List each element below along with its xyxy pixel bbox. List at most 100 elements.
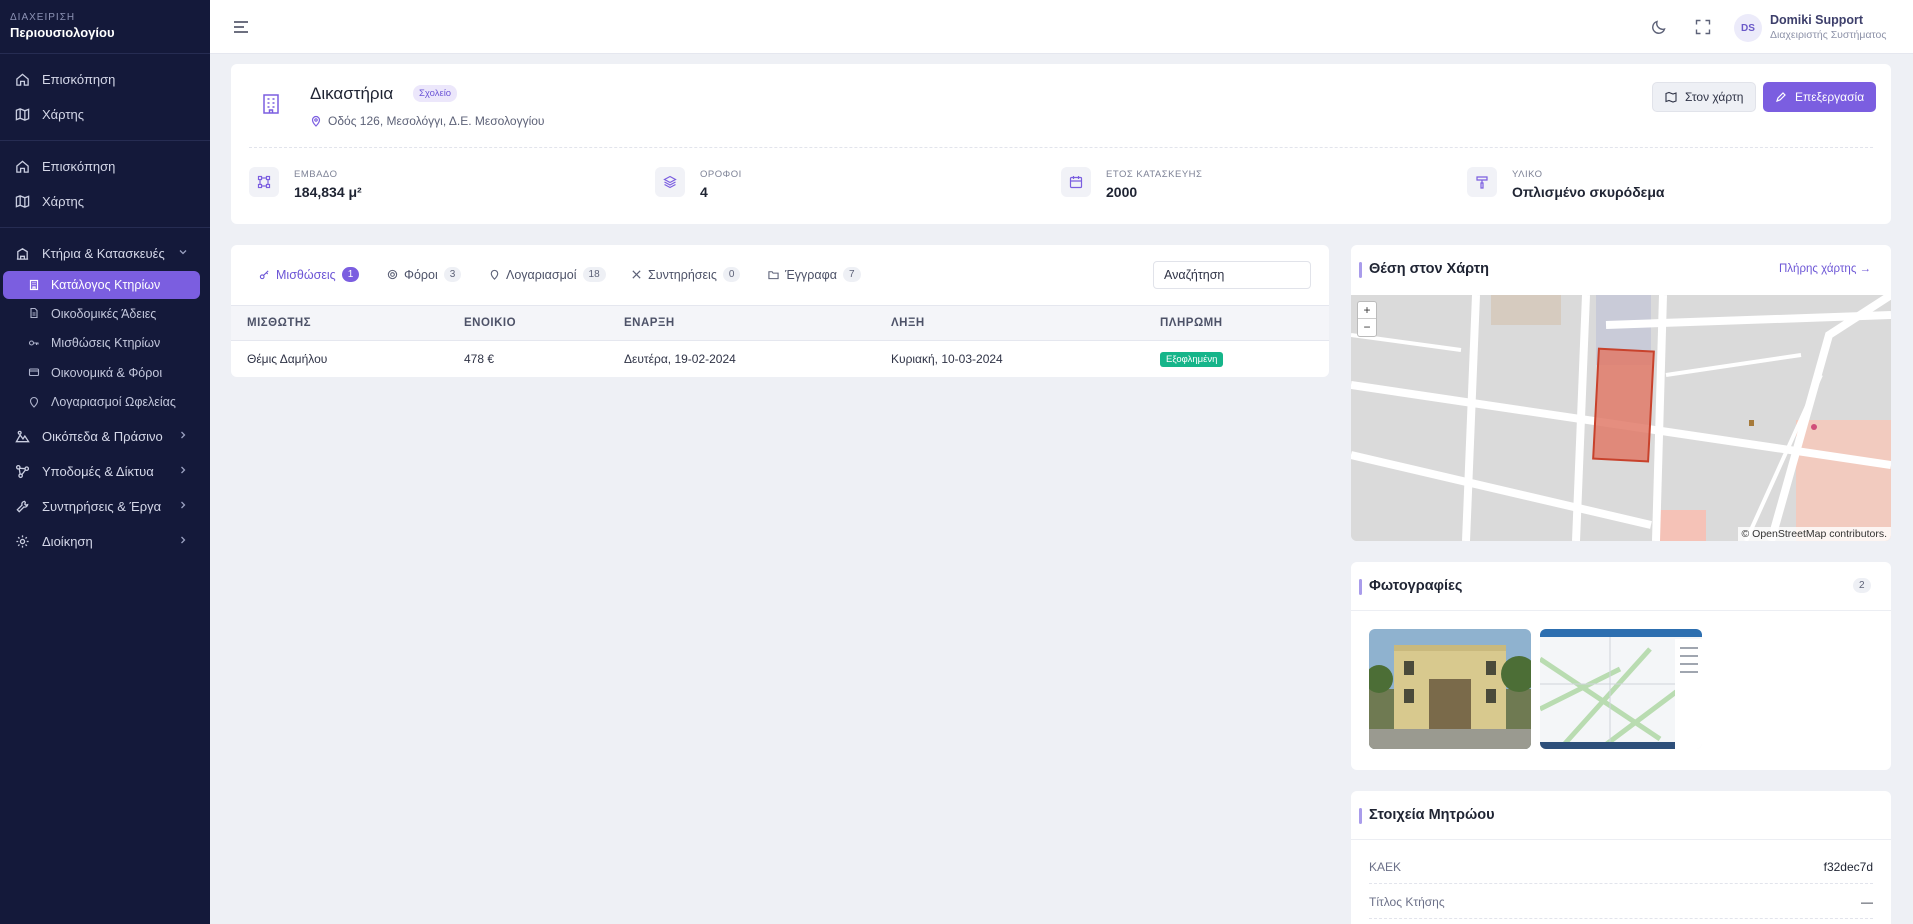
- chevron-right-icon: [181, 466, 186, 474]
- sidebar-group-buildings[interactable]: Κτήρια & Κατασκευές: [0, 236, 210, 271]
- sidebar-group-land[interactable]: Οικόπεδα & Πράσινο: [0, 419, 210, 454]
- full-map-link[interactable]: Πλήρης χάρτης →: [1779, 263, 1871, 275]
- gear-icon: [14, 534, 30, 550]
- tab-label: Έγγραφα: [785, 267, 837, 282]
- sidebar-item-label: Χάρτης: [42, 194, 85, 209]
- registry-value: —: [1861, 895, 1873, 909]
- sidebar-group-maintenance[interactable]: Συντηρήσεις & Έργα: [0, 489, 210, 524]
- brand-subtitle: ΔΙΑΧΕΙΡΙΣΗ: [10, 12, 76, 23]
- zoom-out-button[interactable]: −: [1358, 319, 1376, 336]
- page-title: Δικαστήρια: [310, 84, 394, 103]
- search-input[interactable]: [1153, 261, 1311, 289]
- registry-row: ΚΑΕΚ f32dec7d: [1369, 850, 1873, 884]
- pin-icon: [311, 115, 321, 127]
- sidebar-item-building-catalog[interactable]: Κατάλογος Κτηρίων: [3, 271, 200, 299]
- map-attribution[interactable]: © OpenStreetMap contributors.: [1737, 527, 1891, 541]
- column-header-rent[interactable]: ΕΝΟΙΚΙΟ: [464, 317, 516, 329]
- stat-label: ΕΤΟΣ ΚΑΤΑΣΚΕΥΗΣ: [1106, 169, 1203, 180]
- dark-mode-icon[interactable]: [1650, 18, 1668, 36]
- tab-count: 18: [582, 267, 606, 282]
- map-icon: [1665, 91, 1677, 103]
- map-view[interactable]: + − © OpenStreetMap contributors.: [1351, 291, 1891, 541]
- column-header-start[interactable]: ΕΝΑΡΞΗ: [624, 317, 675, 329]
- tab-count: 1: [341, 267, 360, 282]
- document-icon: [28, 307, 41, 320]
- tab-leases[interactable]: Μισθώσεις 1: [259, 267, 360, 282]
- photos-card: Φωτογραφίες 2: [1351, 562, 1891, 770]
- address-text: Οδός 126, Μεσολόγγι, Δ.Ε. Μεσολογγίου: [328, 114, 545, 128]
- tab-count: 7: [842, 267, 861, 282]
- tab-documents[interactable]: Έγγραφα 7: [768, 267, 861, 282]
- layers-icon: [655, 167, 685, 197]
- building-icon: [14, 246, 30, 262]
- user-name[interactable]: Domiki Support: [1770, 13, 1863, 27]
- building-photo: [1369, 629, 1531, 749]
- sidebar-item-label: Οικοδομικές Άδειες: [51, 306, 157, 321]
- building-icon: [28, 279, 41, 292]
- map-icon: [14, 194, 30, 210]
- cell-end: Κυριακή, 10-03-2024: [891, 352, 1003, 366]
- menu-icon[interactable]: [232, 18, 250, 36]
- header-divider: [249, 147, 1873, 148]
- sidebar: ΔΙΑΧΕΙΡΙΣΗ Περιουσιολογίου Επισκόπηση Χά…: [0, 0, 210, 924]
- land-icon: [14, 429, 30, 445]
- column-header-payment[interactable]: ΠΛΗΡΩΜΗ: [1160, 317, 1223, 329]
- table-row[interactable]: Θέμις Δαμήλου 478 € Δευτέρα, 19-02-2024 …: [231, 341, 1329, 377]
- key-icon: [259, 270, 269, 280]
- sidebar-divider: [0, 140, 210, 141]
- tab-label: Μισθώσεις: [276, 267, 336, 282]
- sidebar-item-overview-2[interactable]: Επισκόπηση: [0, 149, 210, 184]
- sidebar-item-utility-accounts[interactable]: Λογαριασμοί Ωφελείας: [0, 388, 210, 418]
- tools-icon: [632, 270, 641, 279]
- tab-accounts[interactable]: Λογαριασμοί 18: [489, 267, 606, 282]
- top-bar: DS Domiki Support Διαχειριστής Συστήματο…: [210, 0, 1913, 54]
- building-header-card: Δικαστήρια Σχολείο Οδός 126, Μεσολόγγι, …: [231, 64, 1891, 224]
- sidebar-item-label: Επισκόπηση: [42, 72, 116, 87]
- zoom-control: + −: [1357, 301, 1377, 337]
- sidebar-item-building-leases[interactable]: Μισθώσεις Κτηρίων: [0, 329, 210, 359]
- sidebar-item-label: Κατάλογος Κτηρίων: [51, 278, 161, 292]
- leases-card: Μισθώσεις 1 Φόροι 3 Λογαριασμοί 18 Συντη…: [231, 245, 1329, 377]
- area-icon: [249, 167, 279, 197]
- sidebar-item-finance-taxes[interactable]: Οικονομικά & Φόροι: [0, 358, 210, 388]
- folder-icon: [768, 271, 779, 280]
- sidebar-group-label: Συντηρήσεις & Έργα: [42, 499, 162, 514]
- zoom-in-button[interactable]: +: [1358, 302, 1376, 319]
- avatar[interactable]: DS: [1734, 14, 1762, 42]
- sidebar-group-infrastructure[interactable]: Υποδομές & Δίκτυα: [0, 454, 210, 489]
- column-header-end[interactable]: ΛΗΞΗ: [891, 317, 925, 329]
- map-title: Θέση στον Χάρτη: [1358, 261, 1490, 278]
- view-on-map-button[interactable]: Στον χάρτη: [1652, 82, 1757, 112]
- registry-card: Στοιχεία Μητρώου ΚΑΕΚ f32dec7d Τίτλος Κτ…: [1351, 791, 1891, 924]
- address: Οδός 126, Μεσολόγγι, Δ.Ε. Μεσολογγίου: [310, 114, 544, 128]
- chevron-down-icon: [179, 250, 187, 255]
- tab-label: Λογαριασμοί: [506, 267, 577, 282]
- photo-count-badge: 2: [1853, 578, 1871, 593]
- sidebar-group-administration[interactable]: Διοίκηση: [0, 524, 210, 559]
- chevron-right-icon: [181, 431, 186, 439]
- photo-thumbnail[interactable]: [1369, 629, 1531, 749]
- tab-taxes[interactable]: Φόροι 3: [387, 267, 462, 282]
- tab-maintenance[interactable]: Συντηρήσεις 0: [631, 267, 741, 282]
- sidebar-item-building-permits[interactable]: Οικοδομικές Άδειες: [0, 299, 210, 329]
- stat-label: ΕΜΒΑΔΟ: [294, 169, 338, 180]
- brand-title: Περιουσιολογίου: [10, 25, 115, 40]
- stat-value: 184,834 μ²: [294, 184, 362, 200]
- sidebar-item-label: Λογαριασμοί Ωφελείας: [51, 395, 176, 410]
- map-icon: [14, 107, 30, 123]
- column-header-tenant[interactable]: ΜΙΣΘΩΤΗΣ: [247, 317, 311, 329]
- wrench-icon: [14, 499, 30, 515]
- chevron-right-icon: [181, 501, 186, 509]
- photos-divider: [1351, 610, 1891, 611]
- wallet-icon: [28, 366, 41, 379]
- tab-count: 3: [443, 267, 462, 282]
- sidebar-item-map-2[interactable]: Χάρτης: [0, 184, 210, 219]
- edit-button[interactable]: Επεξεργασία: [1763, 82, 1877, 112]
- pin-icon: [28, 396, 41, 409]
- user-role: Διαχειριστής Συστήματος: [1770, 29, 1887, 41]
- sidebar-item-overview[interactable]: Επισκόπηση: [0, 62, 210, 97]
- key-icon: [28, 337, 41, 350]
- photo-thumbnail[interactable]: [1540, 629, 1702, 749]
- sidebar-item-map[interactable]: Χάρτης: [0, 97, 210, 132]
- fullscreen-icon[interactable]: [1694, 18, 1712, 36]
